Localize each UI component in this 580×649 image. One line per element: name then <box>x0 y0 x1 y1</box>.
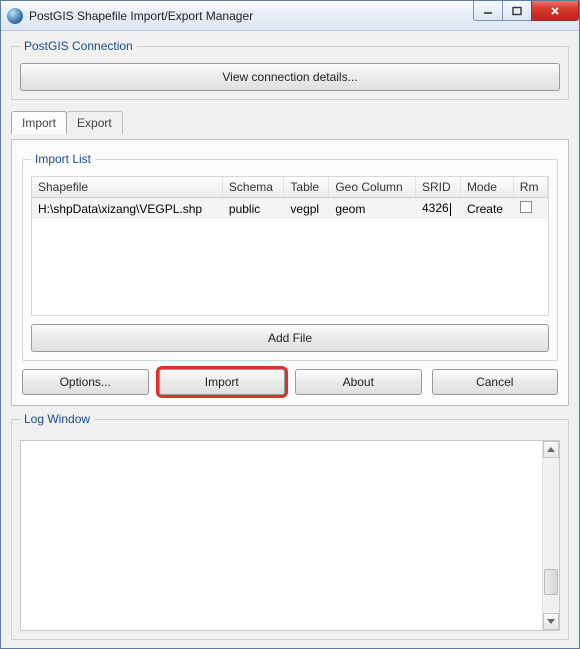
chevron-down-icon <box>547 619 555 624</box>
log-textarea[interactable] <box>20 440 560 631</box>
cell-rm[interactable] <box>513 198 547 220</box>
col-header-schema[interactable]: Schema <box>222 177 283 198</box>
import-button[interactable]: Import <box>159 369 286 395</box>
connection-legend: PostGIS Connection <box>20 39 137 53</box>
import-list-fieldset: Import List Shapefile Schema Table Geo C… <box>22 152 558 361</box>
col-header-geocolumn[interactable]: Geo Column <box>329 177 416 198</box>
cancel-button[interactable]: Cancel <box>432 369 559 395</box>
col-header-shapefile[interactable]: Shapefile <box>32 177 222 198</box>
col-header-srid[interactable]: SRID <box>415 177 460 198</box>
about-button[interactable]: About <box>295 369 422 395</box>
cell-schema[interactable]: public <box>222 198 283 220</box>
tab-export[interactable]: Export <box>66 111 123 134</box>
maximize-button[interactable] <box>502 1 532 21</box>
import-grid[interactable]: Shapefile Schema Table Geo Column SRID M… <box>31 176 549 316</box>
view-connection-details-button[interactable]: View connection details... <box>20 63 560 91</box>
scroll-down-button[interactable] <box>543 613 559 630</box>
import-list-legend: Import List <box>31 152 95 166</box>
cell-shapefile[interactable]: H:\shpData\xizang\VEGPL.shp <box>32 198 222 220</box>
window-title: PostGIS Shapefile Import/Export Manager <box>29 9 474 23</box>
cell-geocolumn[interactable]: geom <box>329 198 416 220</box>
col-header-mode[interactable]: Mode <box>460 177 513 198</box>
titlebar[interactable]: PostGIS Shapefile Import/Export Manager <box>1 1 579 31</box>
col-header-rm[interactable]: Rm <box>513 177 547 198</box>
app-icon <box>7 8 23 24</box>
options-button[interactable]: Options... <box>22 369 149 395</box>
text-cursor <box>450 203 451 216</box>
minimize-button[interactable] <box>473 1 503 21</box>
action-button-row: Options... Import About Cancel <box>22 369 558 395</box>
tabstrip: Import Export <box>11 111 569 134</box>
close-button[interactable] <box>531 1 579 21</box>
import-panel: Import List Shapefile Schema Table Geo C… <box>11 139 569 406</box>
grid-header-row: Shapefile Schema Table Geo Column SRID M… <box>32 177 548 198</box>
rm-checkbox[interactable] <box>520 201 532 213</box>
log-fieldset: Log Window <box>11 412 569 640</box>
cell-table[interactable]: vegpl <box>284 198 329 220</box>
log-scrollbar[interactable] <box>542 441 559 630</box>
connection-fieldset: PostGIS Connection View connection detai… <box>11 39 569 100</box>
add-file-button[interactable]: Add File <box>31 324 549 352</box>
cell-srid[interactable]: 4326 <box>415 198 460 220</box>
scroll-track[interactable] <box>543 458 559 613</box>
scroll-thumb[interactable] <box>544 569 558 595</box>
main-window: PostGIS Shapefile Import/Export Manager … <box>0 0 580 649</box>
col-header-table[interactable]: Table <box>284 177 329 198</box>
chevron-up-icon <box>547 447 555 452</box>
cell-mode[interactable]: Create <box>460 198 513 220</box>
scroll-up-button[interactable] <box>543 441 559 458</box>
table-row[interactable]: H:\shpData\xizang\VEGPL.shp public vegpl… <box>32 198 548 220</box>
tab-import[interactable]: Import <box>11 111 67 134</box>
log-legend: Log Window <box>20 412 94 426</box>
